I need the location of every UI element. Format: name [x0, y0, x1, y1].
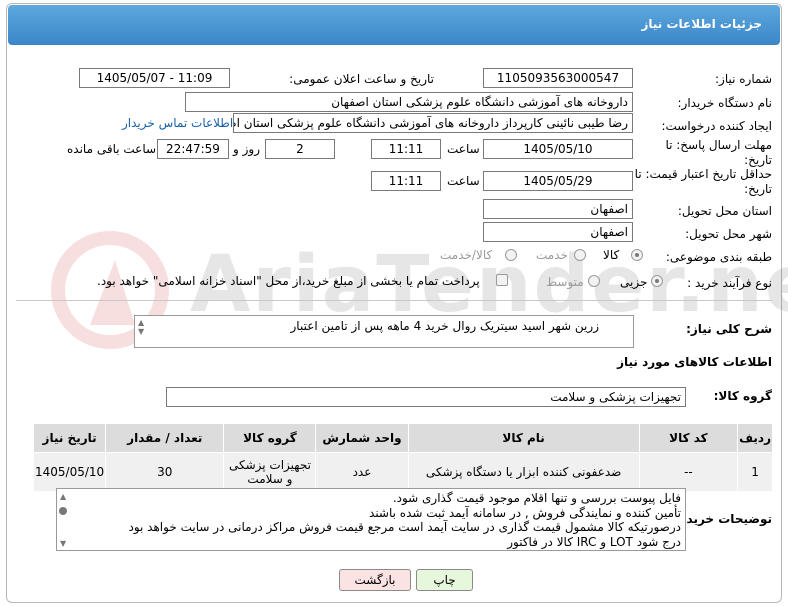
requester-label: ایجاد کننده درخواست: — [661, 119, 772, 133]
announce-field: 1405/05/07 - 11:09 — [79, 68, 230, 88]
cell-qty: 30 — [105, 452, 225, 492]
purchase-radio-minor[interactable] — [651, 275, 663, 287]
deadline-time-label: ساعت — [447, 142, 480, 156]
province-field: اصفهان — [483, 199, 633, 219]
buyer-org-field: داروخانه های آموزشی دانشگاه علوم پزشکی ا… — [185, 92, 633, 112]
purchase-option-medium: متوسط — [546, 275, 584, 289]
cell-date: 1405/05/10 — [32, 452, 107, 492]
remaining-time-field: 22:47:59 — [157, 139, 229, 159]
cell-code: -- — [638, 452, 739, 492]
table-row[interactable]: 1405/05/10 30 تجهیزات پزشکی و سلامت عدد … — [32, 452, 773, 492]
description-label: شرح کلی نیاز: — [686, 322, 772, 336]
col-index: ردیف — [737, 423, 773, 453]
validity-time-field: 11:11 — [371, 171, 441, 191]
purchase-option-minor: جزیی — [620, 275, 648, 289]
city-field: اصفهان — [483, 222, 633, 242]
col-group: گروه کالا — [223, 423, 317, 453]
deadline-date-field: 1405/05/10 — [483, 139, 633, 159]
purchase-radio-medium[interactable] — [588, 275, 600, 287]
scroll-up-icon[interactable]: ▲ — [138, 318, 144, 327]
page-title: جزئیات اطلاعات نیاز — [641, 17, 762, 31]
need-number-field: 1105093563000547 — [483, 68, 633, 88]
category-option-both: کالا/خدمت — [440, 248, 493, 262]
buyer-note-line: فایل پیوست بررسی و تنها اقلام موجود قیمت… — [392, 491, 681, 505]
deadline-label: مهلت ارسال پاسخ: تا تاریخ: — [665, 138, 772, 167]
announce-label: تاریخ و ساعت اعلان عمومی: — [289, 72, 434, 86]
goods-group-field: تجهیزات پزشکی و سلامت — [166, 387, 686, 407]
goods-table: تاریخ نیاز تعداد / مقدار گروه کالا واحد … — [32, 423, 773, 492]
min-validity-label: حداقل تاریخ اعتبار قیمت: تا تاریخ: — [634, 167, 772, 196]
buyer-notes-content: فایل پیوست بررسی و تنها اقلام موجود قیمت… — [81, 491, 681, 549]
buyer-notes-textarea[interactable]: فایل پیوست بررسی و تنها اقلام موجود قیمت… — [56, 488, 686, 551]
page-header: جزئیات اطلاعات نیاز — [8, 5, 780, 45]
description-text: زرین شهر اسید سیتریک روال خرید 4 ماهه پس… — [290, 319, 600, 333]
buyer-org-label: نام دستگاه خریدار: — [677, 96, 773, 110]
description-textarea[interactable]: زرین شهر اسید سیتریک روال خرید 4 ماهه پس… — [134, 315, 634, 348]
scroll-down-icon[interactable]: ▼ — [138, 327, 144, 336]
validity-date-field: 1405/05/29 — [483, 171, 633, 191]
deadline-time-field: 11:11 — [371, 139, 441, 159]
divider — [16, 300, 772, 301]
goods-group-label: گروه کالا: — [713, 389, 772, 403]
col-name: نام کالا — [407, 423, 640, 453]
category-label: طبقه بندی موضوعی: — [665, 250, 772, 264]
scroll-up-icon[interactable]: ▲ — [60, 492, 66, 501]
days-count-field: 2 — [265, 139, 335, 159]
col-unit: واحد شمارش — [315, 423, 409, 453]
purchase-type-label: نوع فرآیند خرید : — [687, 276, 772, 290]
cell-index: 1 — [737, 452, 773, 492]
category-radio-both[interactable] — [505, 249, 517, 261]
cell-unit: عدد — [315, 452, 409, 492]
remaining-label: ساعت باقی مانده — [67, 142, 157, 156]
treasury-payment-note: پرداخت تمام یا بخشی از مبلغ خرید،از محل … — [97, 274, 480, 288]
col-code: کد کالا — [638, 423, 739, 453]
category-option-service: خدمت — [536, 248, 568, 262]
validity-time-label: ساعت — [447, 174, 480, 188]
need-number-label: شماره نیاز: — [715, 72, 772, 86]
category-option-goods: کالا — [603, 248, 620, 262]
requester-field: رضا طیبی نائینی کارپرداز داروخانه های آم… — [233, 113, 633, 133]
contact-info-link[interactable]: اطلاعات تماس خریدار — [122, 116, 233, 130]
buyer-note-line: درج شود LOT و IRC کالا در فاکتور — [507, 534, 681, 549]
scroll-thumb-icon[interactable] — [59, 507, 67, 515]
table-header-row: تاریخ نیاز تعداد / مقدار گروه کالا واحد … — [32, 423, 773, 453]
category-radio-goods[interactable] — [631, 249, 643, 261]
cell-group: تجهیزات پزشکی و سلامت — [223, 452, 317, 492]
city-label: شهر محل تحویل: — [685, 227, 772, 241]
buyer-note-line: تأمین کننده و نمایندگی فروش , در سامانه … — [369, 505, 681, 520]
back-button[interactable]: بازگشت — [339, 569, 411, 591]
col-date: تاریخ نیاز — [32, 423, 107, 453]
print-button[interactable]: چاپ — [416, 569, 473, 591]
treasury-payment-checkbox[interactable] — [496, 274, 508, 286]
province-label: استان محل تحویل: — [677, 204, 772, 218]
days-label: روز و — [233, 142, 260, 156]
goods-section-title: اطلاعات کالاهای مورد نیاز — [617, 355, 772, 369]
scroll-down-icon[interactable]: ▼ — [60, 539, 66, 548]
category-radio-service[interactable] — [574, 249, 586, 261]
buyer-note-line: درصورتیکه کالا مشمول قیمت گذاری در سایت … — [128, 520, 681, 534]
cell-name: ضدعفونی کننده ابزار یا دستگاه پزشکی — [407, 452, 640, 492]
col-qty: تعداد / مقدار — [105, 423, 225, 453]
